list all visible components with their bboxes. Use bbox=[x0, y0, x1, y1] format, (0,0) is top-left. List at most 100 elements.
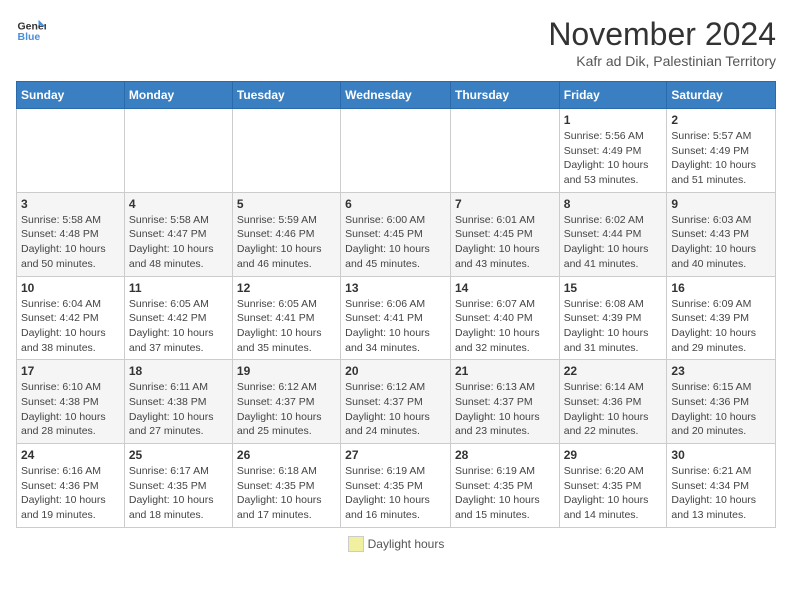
day-info: Sunrise: 6:15 AM Sunset: 4:36 PM Dayligh… bbox=[671, 380, 771, 439]
table-row: 7Sunrise: 6:01 AM Sunset: 4:45 PM Daylig… bbox=[450, 192, 559, 276]
day-number: 18 bbox=[129, 364, 228, 378]
table-row: 26 Sunrise: 6:18 AM Sunset: 4:35 PM Dayli… bbox=[232, 444, 340, 528]
day-info: Sunrise: 6:05 AM Sunset: 4:42 PM Dayligh… bbox=[129, 297, 228, 356]
calendar-header-row: Sunday Monday Tuesday Wednesday Thursday… bbox=[17, 82, 776, 109]
day-info: Sunrise: 6:19 AM Sunset: 4:35 PM Dayligh… bbox=[345, 464, 446, 523]
day-number: 14 bbox=[455, 281, 555, 295]
header-monday: Monday bbox=[124, 82, 232, 109]
table-row: 11 Sunrise: 6:05 AM Sunset: 4:42 PM Dayli… bbox=[124, 276, 232, 360]
day-info: Sunrise: 6:09 AM Sunset: 4:39 PM Dayligh… bbox=[671, 297, 771, 356]
header-thursday: Thursday bbox=[450, 82, 559, 109]
day-number: 11 bbox=[129, 281, 228, 295]
day-number: 25 bbox=[129, 448, 228, 462]
table-row: 2Sunrise: 5:57 AM Sunset: 4:49 PM Daylig… bbox=[667, 109, 776, 193]
calendar-week-row: 1 Sunrise: 5:56 AM Sunset: 4:49 PM Daylig… bbox=[17, 109, 776, 193]
day-number: 29 bbox=[564, 448, 663, 462]
day-info: Sunrise: 5:58 AM Sunset: 4:47 PM Dayligh… bbox=[129, 213, 228, 272]
table-row: 1 Sunrise: 5:56 AM Sunset: 4:49 PM Daylig… bbox=[559, 109, 667, 193]
logo: General Blue bbox=[16, 16, 46, 46]
header-tuesday: Tuesday bbox=[232, 82, 340, 109]
table-row: 16 Sunrise: 6:09 AM Sunset: 4:39 PM Dayli… bbox=[667, 276, 776, 360]
table-row: 21Sunrise: 6:13 AM Sunset: 4:37 PM Dayli… bbox=[450, 360, 559, 444]
day-number: 3 bbox=[21, 197, 120, 211]
table-row: 15 Sunrise: 6:08 AM Sunset: 4:39 PM Dayli… bbox=[559, 276, 667, 360]
day-number: 9 bbox=[671, 197, 771, 211]
day-number: 16 bbox=[671, 281, 771, 295]
table-row: 5Sunrise: 5:59 AM Sunset: 4:46 PM Daylig… bbox=[232, 192, 340, 276]
day-info: Sunrise: 6:08 AM Sunset: 4:39 PM Dayligh… bbox=[564, 297, 663, 356]
table-row bbox=[124, 109, 232, 193]
table-row: 24 Sunrise: 6:16 AM Sunset: 4:36 PM Dayli… bbox=[17, 444, 125, 528]
day-info: Sunrise: 6:03 AM Sunset: 4:43 PM Dayligh… bbox=[671, 213, 771, 272]
table-row: 10Sunrise: 6:04 AM Sunset: 4:42 PM Dayli… bbox=[17, 276, 125, 360]
table-row: 23 Sunrise: 6:15 AM Sunset: 4:36 PM Dayli… bbox=[667, 360, 776, 444]
table-row: 27 Sunrise: 6:19 AM Sunset: 4:35 PM Dayli… bbox=[341, 444, 451, 528]
table-row: 12 Sunrise: 6:05 AM Sunset: 4:41 PM Dayli… bbox=[232, 276, 340, 360]
table-row: 22Sunrise: 6:14 AM Sunset: 4:36 PM Dayli… bbox=[559, 360, 667, 444]
calendar-week-row: 10Sunrise: 6:04 AM Sunset: 4:42 PM Dayli… bbox=[17, 276, 776, 360]
day-info: Sunrise: 6:02 AM Sunset: 4:44 PM Dayligh… bbox=[564, 213, 663, 272]
page-header: General Blue November 2024 Kafr ad Dik, … bbox=[16, 16, 776, 69]
calendar-footer: Daylight hours bbox=[16, 536, 776, 552]
day-number: 15 bbox=[564, 281, 663, 295]
calendar-table: Sunday Monday Tuesday Wednesday Thursday… bbox=[16, 81, 776, 528]
day-number: 22 bbox=[564, 364, 663, 378]
table-row: 6 Sunrise: 6:00 AM Sunset: 4:45 PM Daylig… bbox=[341, 192, 451, 276]
location: Kafr ad Dik, Palestinian Territory bbox=[548, 53, 776, 69]
day-number: 8 bbox=[564, 197, 663, 211]
day-number: 23 bbox=[671, 364, 771, 378]
table-row: 30Sunrise: 6:21 AM Sunset: 4:34 PM Dayli… bbox=[667, 444, 776, 528]
daylight-label: Daylight hours bbox=[368, 537, 445, 551]
header-saturday: Saturday bbox=[667, 82, 776, 109]
day-number: 6 bbox=[345, 197, 446, 211]
table-row: 3 Sunrise: 5:58 AM Sunset: 4:48 PM Daylig… bbox=[17, 192, 125, 276]
day-info: Sunrise: 5:56 AM Sunset: 4:49 PM Dayligh… bbox=[564, 129, 663, 188]
calendar-week-row: 24 Sunrise: 6:16 AM Sunset: 4:36 PM Dayli… bbox=[17, 444, 776, 528]
day-number: 27 bbox=[345, 448, 446, 462]
table-row bbox=[17, 109, 125, 193]
day-number: 13 bbox=[345, 281, 446, 295]
header-wednesday: Wednesday bbox=[341, 82, 451, 109]
day-number: 26 bbox=[237, 448, 336, 462]
table-row: 25 Sunrise: 6:17 AM Sunset: 4:35 PM Dayli… bbox=[124, 444, 232, 528]
day-number: 1 bbox=[564, 113, 663, 127]
day-number: 20 bbox=[345, 364, 446, 378]
day-info: Sunrise: 6:05 AM Sunset: 4:41 PM Dayligh… bbox=[237, 297, 336, 356]
table-row: 4 Sunrise: 5:58 AM Sunset: 4:47 PM Daylig… bbox=[124, 192, 232, 276]
day-number: 12 bbox=[237, 281, 336, 295]
day-info: Sunrise: 6:19 AM Sunset: 4:35 PM Dayligh… bbox=[455, 464, 555, 523]
day-info: Sunrise: 6:13 AM Sunset: 4:37 PM Dayligh… bbox=[455, 380, 555, 439]
day-info: Sunrise: 6:17 AM Sunset: 4:35 PM Dayligh… bbox=[129, 464, 228, 523]
day-info: Sunrise: 5:57 AM Sunset: 4:49 PM Dayligh… bbox=[671, 129, 771, 188]
day-number: 24 bbox=[21, 448, 120, 462]
day-info: Sunrise: 6:00 AM Sunset: 4:45 PM Dayligh… bbox=[345, 213, 446, 272]
day-info: Sunrise: 6:18 AM Sunset: 4:35 PM Dayligh… bbox=[237, 464, 336, 523]
table-row: 29Sunrise: 6:20 AM Sunset: 4:35 PM Dayli… bbox=[559, 444, 667, 528]
day-number: 28 bbox=[455, 448, 555, 462]
day-number: 10 bbox=[21, 281, 120, 295]
table-row bbox=[232, 109, 340, 193]
header-sunday: Sunday bbox=[17, 82, 125, 109]
day-info: Sunrise: 5:58 AM Sunset: 4:48 PM Dayligh… bbox=[21, 213, 120, 272]
table-row: 28 Sunrise: 6:19 AM Sunset: 4:35 PM Dayli… bbox=[450, 444, 559, 528]
logo-icon: General Blue bbox=[16, 16, 46, 46]
table-row: 18 Sunrise: 6:11 AM Sunset: 4:38 PM Dayli… bbox=[124, 360, 232, 444]
table-row: 17 Sunrise: 6:10 AM Sunset: 4:38 PM Dayli… bbox=[17, 360, 125, 444]
table-row: 8 Sunrise: 6:02 AM Sunset: 4:44 PM Daylig… bbox=[559, 192, 667, 276]
svg-text:Blue: Blue bbox=[18, 31, 41, 43]
calendar-week-row: 17 Sunrise: 6:10 AM Sunset: 4:38 PM Dayli… bbox=[17, 360, 776, 444]
header-friday: Friday bbox=[559, 82, 667, 109]
day-number: 19 bbox=[237, 364, 336, 378]
day-info: Sunrise: 6:21 AM Sunset: 4:34 PM Dayligh… bbox=[671, 464, 771, 523]
day-info: Sunrise: 6:11 AM Sunset: 4:38 PM Dayligh… bbox=[129, 380, 228, 439]
day-number: 7 bbox=[455, 197, 555, 211]
day-info: Sunrise: 6:07 AM Sunset: 4:40 PM Dayligh… bbox=[455, 297, 555, 356]
day-info: Sunrise: 6:16 AM Sunset: 4:36 PM Dayligh… bbox=[21, 464, 120, 523]
day-info: Sunrise: 6:10 AM Sunset: 4:38 PM Dayligh… bbox=[21, 380, 120, 439]
day-number: 4 bbox=[129, 197, 228, 211]
day-number: 5 bbox=[237, 197, 336, 211]
day-number: 17 bbox=[21, 364, 120, 378]
calendar-week-row: 3 Sunrise: 5:58 AM Sunset: 4:48 PM Daylig… bbox=[17, 192, 776, 276]
table-row: 20Sunrise: 6:12 AM Sunset: 4:37 PM Dayli… bbox=[341, 360, 451, 444]
table-row: 14 Sunrise: 6:07 AM Sunset: 4:40 PM Dayli… bbox=[450, 276, 559, 360]
